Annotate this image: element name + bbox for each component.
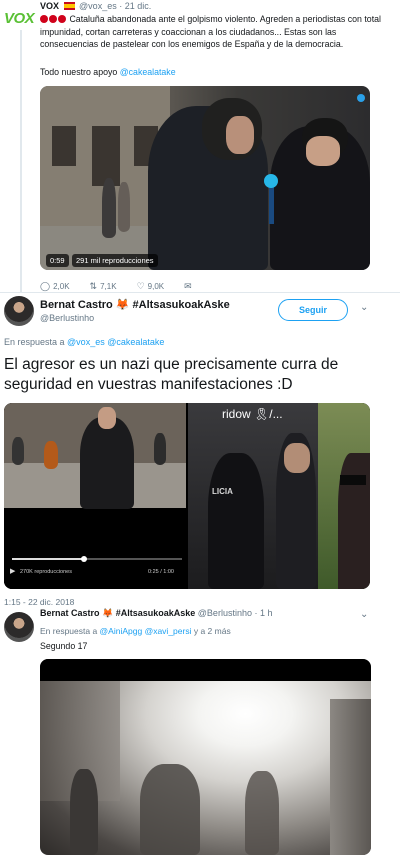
video-time: 0:59 xyxy=(46,254,69,267)
video-views: 270K reproducciones xyxy=(20,569,72,575)
like-count: 9,0K xyxy=(147,282,165,291)
reply-icon: ◯ xyxy=(40,281,51,291)
like-button[interactable]: ♡ 9,0K xyxy=(137,281,165,292)
author-handle[interactable]: @Berlustinho · 1 h xyxy=(198,608,273,618)
red-circle-icon xyxy=(49,15,57,23)
tweet-actions: ◯ 2,0K ⇅ 7,1K ♡ 9,0K ✉ xyxy=(40,281,195,292)
police-label: LICIA xyxy=(212,487,233,496)
chevron-down-icon[interactable]: ⌄ xyxy=(360,609,368,620)
media-collage[interactable]: ▶ 270K reproducciones 0:25 / 1:00 ridow … xyxy=(4,403,370,589)
retweet-icon: ⇅ xyxy=(89,281,98,291)
play-icon[interactable]: ▶ xyxy=(10,567,15,575)
follow-button[interactable]: Seguir xyxy=(278,299,348,321)
pedestrian xyxy=(154,433,166,465)
retweet-button[interactable]: ⇅ 7,1K xyxy=(90,281,117,292)
sunglasses xyxy=(340,475,366,485)
tweet-bernat-main: Bernat Castro 🦊 #AltsasukoakAske @Berlus… xyxy=(0,292,400,607)
mention-link[interactable]: @vox_es xyxy=(67,337,105,347)
crowd-person xyxy=(70,769,98,855)
progress-fill xyxy=(12,558,84,560)
envelope-icon: ✉ xyxy=(184,281,192,291)
author-name[interactable]: Bernat Castro 🦊 #AltsasukoakAske xyxy=(40,608,195,618)
author-name[interactable]: VOX xyxy=(40,1,59,11)
author-name[interactable]: Bernat Castro 🦊 #AltsasukoakAske xyxy=(40,298,230,311)
overlay-text: ridow 🎗/... xyxy=(222,407,283,421)
chevron-down-icon[interactable]: ⌄ xyxy=(360,302,368,313)
bald-man xyxy=(338,453,370,589)
avatar[interactable] xyxy=(4,296,34,326)
tweet-bernat-reply: Bernat Castro 🦊 #AltsasukoakAske @Berlus… xyxy=(0,600,400,858)
avatar[interactable] xyxy=(4,612,34,642)
vox-logo[interactable]: VOX xyxy=(4,10,35,27)
red-circle-icon xyxy=(40,15,48,23)
mention-link[interactable]: @AiniApgg xyxy=(100,626,143,636)
heart-icon: ♡ xyxy=(136,281,145,291)
pedestrian xyxy=(44,441,58,469)
tweet-text: Segundo 17 xyxy=(40,641,88,651)
video-views: 291 mil reproducciones xyxy=(72,254,158,267)
face xyxy=(284,443,310,473)
pedestrian xyxy=(118,182,130,232)
crowd-person xyxy=(245,771,279,855)
face xyxy=(306,136,340,166)
tweet-text: Cataluña abandonada ante el golpismo vio… xyxy=(40,13,392,51)
window xyxy=(92,126,120,186)
tweet-vox: VOX VOX @vox_es · 21 dic. Cataluña aband… xyxy=(0,0,400,292)
reply-context: En respuesta a @AiniApgg @xavi_persi y a… xyxy=(40,626,231,636)
reply-prefix: En respuesta a xyxy=(40,626,100,636)
reply-prefix: En respuesta a xyxy=(4,337,68,347)
tweet-date[interactable]: · 21 dic. xyxy=(119,1,151,11)
reply-button[interactable]: ◯ 2,0K xyxy=(40,281,70,292)
reply-suffix[interactable]: y a 2 más xyxy=(191,626,231,636)
face xyxy=(226,116,254,154)
microphone-icon xyxy=(264,174,278,188)
tweet-header: Bernat Castro 🦊 #AltsasukoakAske @Berlus… xyxy=(40,608,272,619)
author-handle[interactable]: @vox_es xyxy=(79,1,117,11)
pedestrian xyxy=(12,437,24,465)
thread-line xyxy=(20,30,22,292)
tweet-body: Cataluña abandonada ante el golpismo vio… xyxy=(40,14,381,49)
red-circle-icon xyxy=(58,15,66,23)
channel-logo-icon xyxy=(357,94,365,102)
window xyxy=(52,126,76,166)
reply-count: 2,0K xyxy=(53,282,70,291)
video-time: 0:25 / 1:00 xyxy=(148,569,174,575)
crowd-person xyxy=(140,764,200,855)
building xyxy=(330,699,371,855)
message-button[interactable]: ✉ xyxy=(184,281,195,292)
agresor xyxy=(80,417,134,509)
microphone-handle xyxy=(269,186,274,224)
mention-link[interactable]: @cakealatake xyxy=(107,337,164,347)
mention-link[interactable]: @cakealatake xyxy=(120,67,176,77)
support-text: Todo nuestro apoyo xyxy=(40,67,120,77)
mention-link[interactable]: @xavi_persi xyxy=(145,626,192,636)
video-letterbox xyxy=(4,509,186,589)
video-player[interactable]: 0:59 291 mil reproducciones xyxy=(40,86,370,270)
reply-context: En respuesta a @vox_es @cakealatake xyxy=(4,337,164,347)
video-letterbox xyxy=(40,659,371,681)
pedestrian xyxy=(102,178,116,238)
author-handle[interactable]: @Berlustinho xyxy=(40,313,94,323)
support-line: Todo nuestro apoyo @cakealatake xyxy=(40,67,176,77)
tweet-text: El agresor es un nazi que precisamente c… xyxy=(4,356,339,393)
video-player[interactable] xyxy=(40,659,371,855)
tweet-header: VOX @vox_es · 21 dic. xyxy=(40,1,151,11)
retweet-count: 7,1K xyxy=(100,282,117,291)
video-player[interactable]: ▶ 270K reproducciones 0:25 / 1:00 xyxy=(4,403,186,589)
face xyxy=(98,407,116,429)
progress-handle[interactable] xyxy=(81,556,87,562)
photo[interactable]: ridow 🎗/... LICIA xyxy=(188,403,370,589)
spain-flag-icon xyxy=(63,2,75,10)
police-officer xyxy=(208,453,264,589)
